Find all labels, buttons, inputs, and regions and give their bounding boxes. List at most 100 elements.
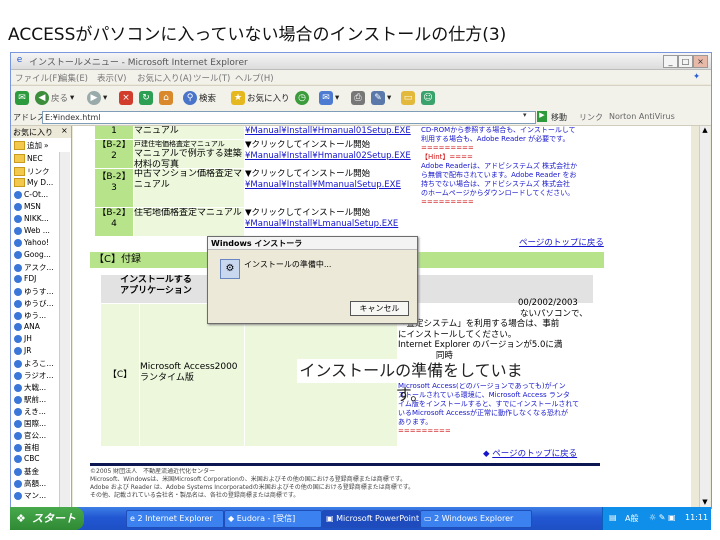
refresh-button[interactable]: ↻: [139, 90, 153, 106]
fav-item[interactable]: Yahoo!: [14, 238, 49, 247]
taskbar-item-explorer[interactable]: ▭ 2 Windows Explorer: [420, 510, 532, 528]
menu-tools[interactable]: ツール(T): [193, 72, 230, 84]
folder-icon: [14, 154, 25, 163]
fav-item[interactable]: マン...: [14, 490, 46, 501]
links-label[interactable]: リンク: [579, 112, 603, 123]
taskbar-item-powerpoint[interactable]: ▣ Microsoft PowerPoint...: [322, 510, 420, 528]
back-button[interactable]: ◀ 戻る ▾: [35, 90, 74, 106]
tray-icons[interactable]: ☼ ✎ ▣: [649, 513, 676, 522]
messenger-button[interactable]: ☺: [421, 90, 435, 106]
fav-item[interactable]: C-Ot...: [14, 190, 48, 199]
link-icon: [14, 467, 22, 476]
menu-view[interactable]: 表示(V): [97, 72, 126, 84]
install-link[interactable]: ¥Manual¥Install¥Hmanual01Setup.EXE: [245, 126, 420, 139]
fav-item[interactable]: ANA: [14, 322, 40, 331]
favorites-add-button[interactable]: 追加 »: [14, 140, 49, 151]
go-arrow-icon[interactable]: ▶: [537, 111, 547, 122]
fav-item[interactable]: アスク...: [14, 262, 54, 273]
fav-item[interactable]: ゆうび...: [14, 298, 54, 309]
taskbar-item-eudora[interactable]: ◆ Eudora - [受信]: [224, 510, 322, 528]
install-link[interactable]: ¥Manual¥Install¥LmanualSetup.EXE: [245, 219, 420, 230]
fav-item[interactable]: リンク: [14, 166, 50, 177]
menu-help[interactable]: ヘルプ(H): [235, 72, 274, 84]
menu-file[interactable]: ファイル(F): [15, 72, 61, 84]
fav-item[interactable]: Goog...: [14, 250, 51, 259]
access-description: 00/2002/2003 ないパソコンで、 「査定システム」を利用する場合は、事…: [398, 298, 588, 361]
fav-item[interactable]: ラジオ...: [14, 370, 54, 381]
edit-button[interactable]: ✎ ▾: [371, 90, 391, 106]
link-icon: [14, 431, 22, 440]
menu-favorites[interactable]: お気に入り(A): [137, 72, 192, 84]
fav-item[interactable]: 官公...: [14, 430, 46, 441]
fav-item[interactable]: MSN: [14, 202, 41, 211]
forward-button[interactable]: ▶ ▾: [87, 90, 107, 106]
go-button[interactable]: 移動: [551, 112, 567, 123]
page-scrollbar[interactable]: ▲ ▼: [699, 126, 710, 508]
fav-item[interactable]: えき...: [14, 406, 46, 417]
start-button[interactable]: ❖ スタート: [10, 507, 84, 530]
fav-item[interactable]: よろこ...: [14, 358, 54, 369]
ie-icon: e: [16, 55, 23, 65]
window-titlebar: e インストールメニュー - Microsoft Internet Explor…: [11, 53, 711, 70]
link-icon: [14, 299, 22, 308]
close-icon[interactable]: ×: [61, 126, 68, 135]
fav-item[interactable]: JH: [14, 334, 32, 343]
fav-item[interactable]: ゆうす...: [14, 286, 54, 297]
fav-item[interactable]: NEC: [14, 154, 43, 163]
history-button[interactable]: ◷: [295, 90, 309, 106]
install-link[interactable]: ¥Manual¥Install¥Hmanual02Setup.EXE: [245, 151, 420, 162]
row-name: 中古マンション価格査定マニュアル: [134, 169, 244, 207]
address-input[interactable]: E:¥index.html: [42, 111, 536, 124]
menu-edit[interactable]: 編集(E): [59, 72, 88, 84]
fav-item[interactable]: 駅前...: [14, 394, 46, 405]
page-top-link[interactable]: ページのトップに戻る: [519, 238, 619, 250]
page-top-link[interactable]: ◆ ページのトップに戻る: [483, 449, 603, 461]
ie-icon: e: [130, 514, 135, 523]
cancel-button[interactable]: キャンセル: [350, 301, 409, 316]
fav-item[interactable]: 高額...: [14, 478, 46, 489]
favorites-header: お気に入り ×: [11, 126, 71, 138]
minimize-button[interactable]: _: [663, 55, 678, 68]
home-button[interactable]: ⌂: [159, 90, 173, 106]
row-name: 戸建住宅価格査定マニュアル マニュアルで例示する建築材料の写真: [134, 140, 244, 168]
maximize-button[interactable]: □: [678, 55, 693, 68]
fav-item[interactable]: FDJ: [14, 274, 36, 283]
folder-button[interactable]: ▭: [401, 90, 415, 106]
address-dropdown-icon[interactable]: ▾: [523, 111, 527, 119]
favorites-button[interactable]: ★ お気に入り: [231, 90, 290, 106]
fav-item[interactable]: 基金: [14, 466, 39, 477]
search-button[interactable]: ⚲ 検索: [183, 90, 216, 106]
windows-flag-icon: ❖: [16, 512, 26, 525]
fav-item[interactable]: 首相: [14, 442, 39, 453]
close-button[interactable]: ×: [693, 55, 708, 68]
stop-button[interactable]: ×: [119, 90, 133, 106]
fav-item[interactable]: ゆう...: [14, 310, 46, 321]
fav-item[interactable]: Web ...: [14, 226, 50, 235]
mail-icon[interactable]: ✉: [15, 90, 29, 106]
norton-toolbar[interactable]: Norton AntiVirus: [609, 112, 675, 121]
ime-icon[interactable]: ▤: [609, 513, 617, 522]
favorites-scrollbar[interactable]: [59, 152, 70, 508]
taskbar-item-ie[interactable]: e 2 Internet Explorer: [126, 510, 224, 528]
link-icon: [14, 346, 22, 355]
fav-item[interactable]: NIKK...: [14, 214, 49, 223]
fav-item[interactable]: JR: [14, 346, 31, 355]
fav-item[interactable]: CBC: [14, 454, 40, 463]
link-icon: [14, 371, 22, 380]
fav-item[interactable]: 国際...: [14, 418, 46, 429]
ime-mode[interactable]: A般: [625, 513, 638, 524]
installer-dialog: Windows インストーラ ⚙ インストールの準備中... キャンセル: [207, 236, 418, 324]
link-icon: [14, 383, 22, 392]
access-warning-note: Microsoft Access(どのバージョンであっても)がイン ストールされ…: [398, 382, 580, 435]
print-button[interactable]: ⎙: [351, 90, 365, 106]
link-icon: [14, 334, 22, 343]
mail-menu-button[interactable]: ✉ ▾: [319, 90, 339, 106]
caption-overlay: インストールの準備をしています。: [297, 359, 525, 404]
row-action: ▼クリックしてインストール開始 ¥Manual¥Install¥LmanualS…: [245, 208, 420, 236]
fav-item[interactable]: My D...: [14, 178, 53, 187]
print-icon: ⎙: [351, 91, 365, 105]
scroll-up-icon[interactable]: ▲: [700, 126, 710, 136]
install-link[interactable]: ¥Manual¥Install¥MmanualSetup.EXE: [245, 180, 420, 191]
fav-item[interactable]: 大戦...: [14, 382, 46, 393]
col-header-app: インストールする アプリケーション: [101, 275, 211, 303]
